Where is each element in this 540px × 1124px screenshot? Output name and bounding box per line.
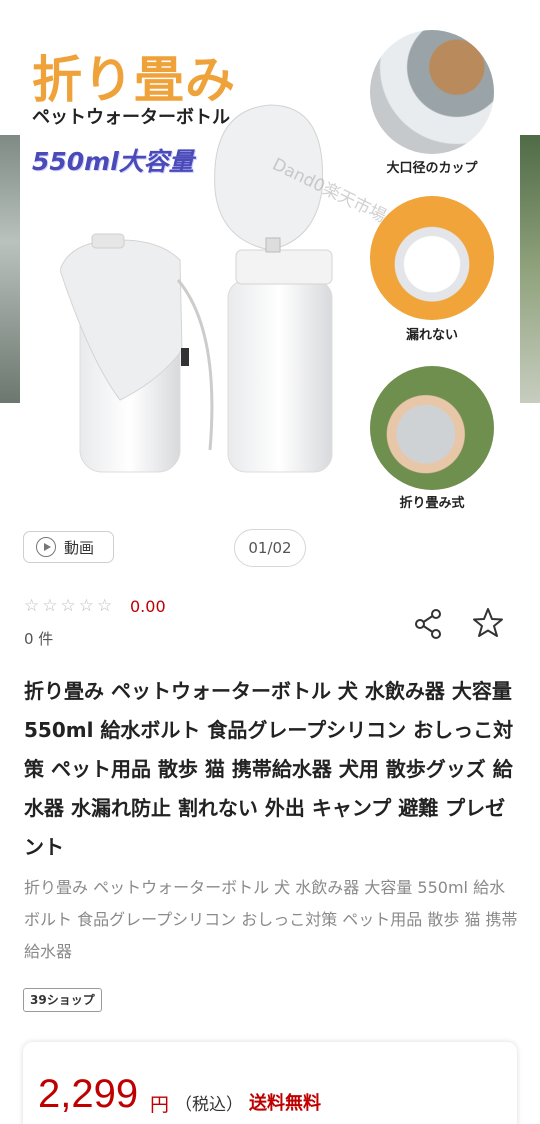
play-icon xyxy=(36,537,56,557)
feature-image-foldable xyxy=(370,366,494,490)
feature-caption-cup: 大口径のカップ xyxy=(386,161,478,176)
feature-caption-leakproof: 漏れない xyxy=(405,328,458,343)
star-icon: ☆ xyxy=(97,596,113,616)
shop-badge: 39ショップ xyxy=(23,988,102,1012)
share-icon[interactable] xyxy=(412,607,446,641)
rating-value: 0.00 xyxy=(130,597,166,616)
image-counter: 01/02 xyxy=(234,529,306,567)
favorite-star-icon[interactable] xyxy=(471,606,505,640)
review-count[interactable]: 0 件 xyxy=(24,628,53,649)
product-title: 折り畳み ペットウォーターボトル 犬 水飲み器 大容量 550ml 給水ボルト … xyxy=(24,679,514,859)
price-amount: 2,299 xyxy=(38,1072,139,1116)
product-catchcopy: 折り畳み ペットウォーターボトル 犬 水飲み器 大容量 550ml 給水ボルト … xyxy=(24,878,518,961)
free-shipping-label: 送料無料 xyxy=(249,1093,321,1114)
video-label: 動画 xyxy=(64,538,95,557)
feature-caption-foldable: 折り畳み式 xyxy=(399,496,465,511)
price-tax-note: （税込） xyxy=(175,1095,243,1115)
video-button[interactable]: 動画 xyxy=(23,531,114,563)
star-icon: ☆ xyxy=(60,596,76,616)
rating-stars: ☆ ☆ ☆ ☆ ☆ xyxy=(24,598,112,615)
product-image-carousel[interactable]: 折り畳み ペットウォーターボトル 550ml大容量 Dand0楽天市場店 大口径… xyxy=(0,0,540,518)
star-icon: ☆ xyxy=(78,596,94,616)
feature-image-leakproof xyxy=(370,196,494,320)
previous-image-peek[interactable] xyxy=(0,135,20,403)
star-icon: ☆ xyxy=(42,596,58,616)
feature-image-cup xyxy=(370,30,494,154)
bottle-illustration xyxy=(60,104,333,473)
price-currency: 円 xyxy=(150,1094,170,1116)
star-icon: ☆ xyxy=(24,596,40,616)
next-image-peek[interactable] xyxy=(520,135,540,403)
